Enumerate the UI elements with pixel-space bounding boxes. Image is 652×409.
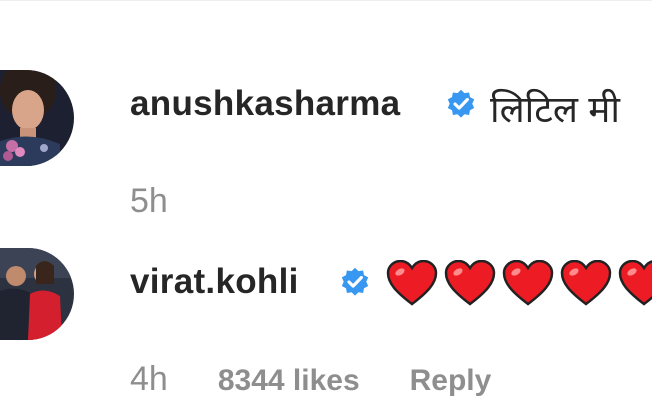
comment-meta: 4h 8344 likes Reply <box>130 360 491 399</box>
comment-item: anushkasharma लिटिल मी 5h <box>0 70 652 230</box>
red-heart-icon <box>502 260 554 306</box>
red-heart-icon <box>560 260 612 306</box>
timestamp[interactable]: 5h <box>130 182 168 221</box>
red-heart-icon <box>444 260 496 306</box>
timestamp[interactable]: 4h <box>130 360 168 399</box>
username[interactable]: virat.kohli <box>130 262 299 302</box>
comment-hearts <box>386 260 652 306</box>
verified-badge-icon <box>447 89 475 118</box>
avatar[interactable] <box>0 248 74 340</box>
reply-button[interactable]: Reply <box>410 364 492 398</box>
red-heart-icon <box>618 260 652 306</box>
comment-text: लिटिल मी <box>490 89 620 130</box>
likes-count[interactable]: 8344 likes <box>218 364 360 398</box>
verified-badge-icon <box>341 267 369 296</box>
comment-item: virat.kohli 4h 8344 likes Reply <box>0 240 652 409</box>
avatar[interactable] <box>0 70 74 166</box>
comment-meta: 5h <box>130 182 168 221</box>
red-heart-icon <box>386 260 438 306</box>
username[interactable]: anushkasharma <box>130 84 400 124</box>
top-divider <box>0 0 652 1</box>
